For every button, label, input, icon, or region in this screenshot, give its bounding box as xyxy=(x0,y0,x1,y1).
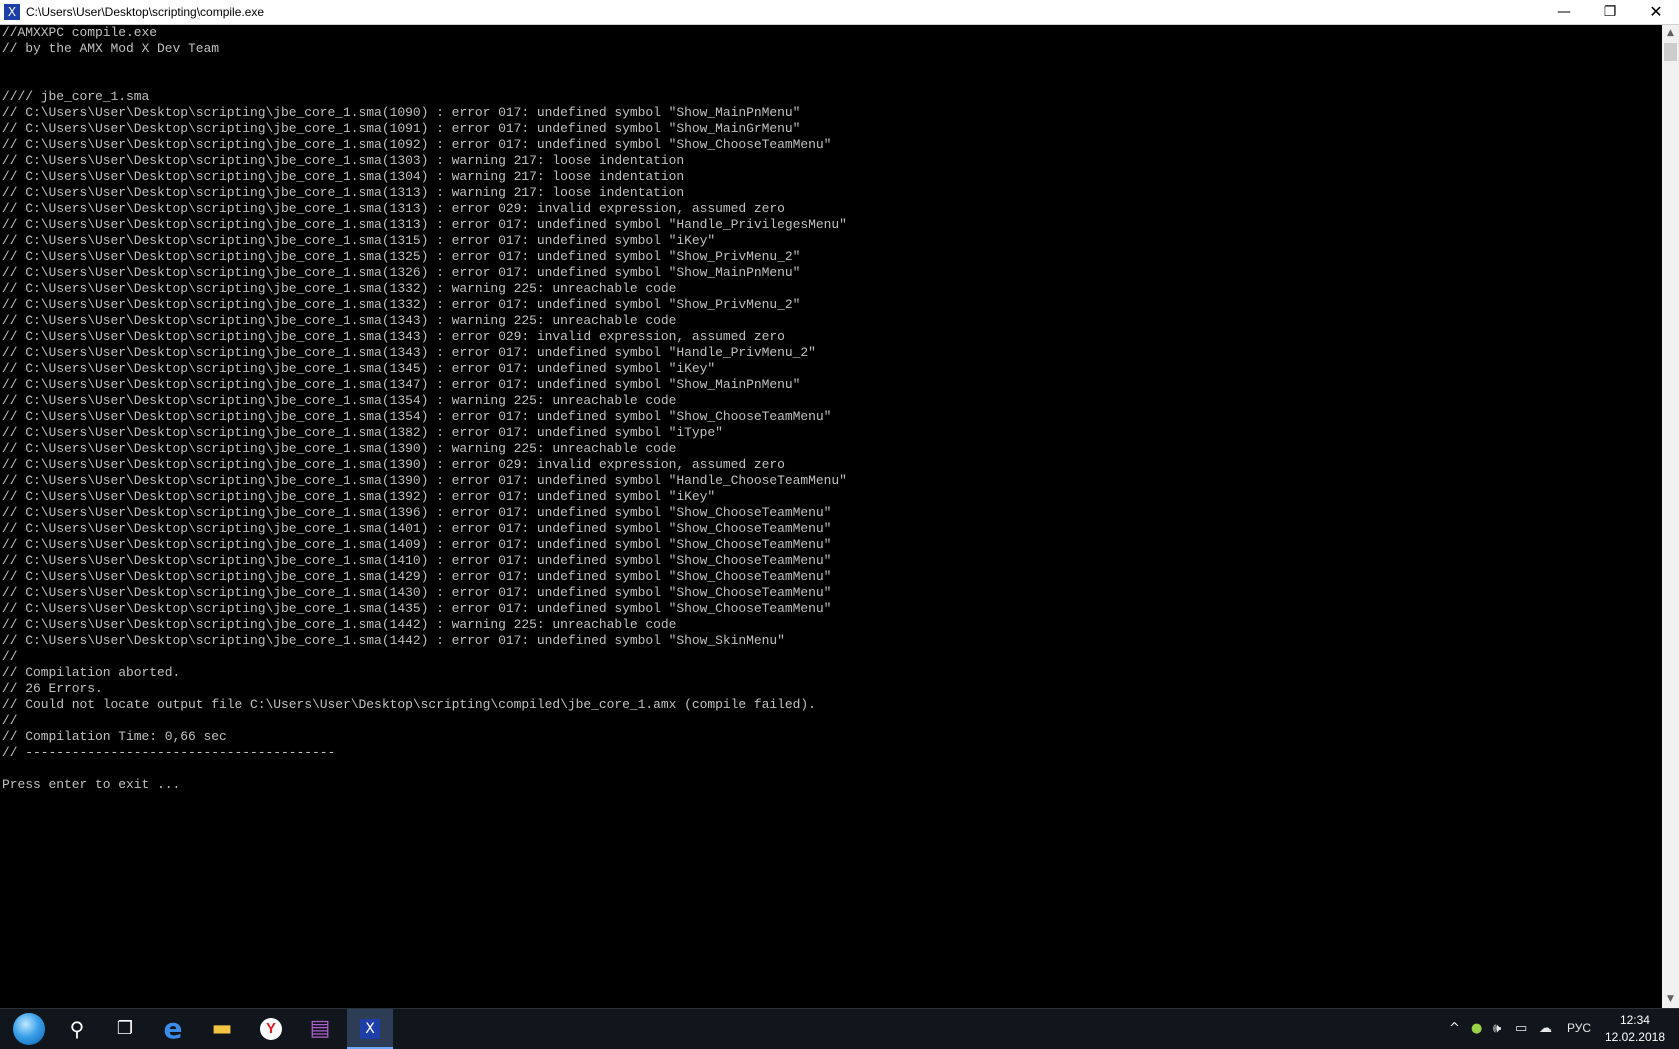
console-line: // xyxy=(2,713,18,728)
taskbar: ⚲ ❐ e ▬ Y ▤ X ^ ● 🕪 ▭ ☁ РУС 12:34 12.02.… xyxy=(0,1008,1679,1049)
scroll-down-arrow-icon[interactable]: ▼ xyxy=(1662,991,1679,1008)
console-line: // C:\Users\User\Desktop\scripting\jbe_c… xyxy=(2,425,723,440)
console-line: // C:\Users\User\Desktop\scripting\jbe_c… xyxy=(2,121,801,136)
compile-app-icon: X xyxy=(360,1018,380,1039)
console-line: // 26 Errors. xyxy=(2,681,103,696)
console-line: // C:\Users\User\Desktop\scripting\jbe_c… xyxy=(2,457,785,472)
console-line: // C:\Users\User\Desktop\scripting\jbe_c… xyxy=(2,105,801,120)
console-line: Press enter to exit ... xyxy=(2,777,181,792)
console-line: // C:\Users\User\Desktop\scripting\jbe_c… xyxy=(2,137,832,152)
search-icon[interactable]: ⚲ xyxy=(54,1009,100,1049)
window-title-bar[interactable]: X C:\Users\User\Desktop\scripting\compil… xyxy=(0,0,1679,25)
console-line: // C:\Users\User\Desktop\scripting\jbe_c… xyxy=(2,345,816,360)
console-line: // C:\Users\User\Desktop\scripting\jbe_c… xyxy=(2,393,677,408)
network-status-icon[interactable]: ● xyxy=(1471,1021,1482,1036)
close-button[interactable]: ✕ xyxy=(1633,0,1679,24)
console-line: // C:\Users\User\Desktop\scripting\jbe_c… xyxy=(2,617,677,632)
console-line: // C:\Users\User\Desktop\scripting\jbe_c… xyxy=(2,441,677,456)
yandex-browser-icon[interactable]: Y xyxy=(248,1009,294,1049)
console-line: // C:\Users\User\Desktop\scripting\jbe_c… xyxy=(2,169,685,184)
console-line: // -------------------------------------… xyxy=(2,745,336,760)
console-line: // C:\Users\User\Desktop\scripting\jbe_c… xyxy=(2,473,847,488)
console-line: // C:\Users\User\Desktop\scripting\jbe_c… xyxy=(2,505,832,520)
console-line: // C:\Users\User\Desktop\scripting\jbe_c… xyxy=(2,297,801,312)
console-line: //AMXXPC compile.exe xyxy=(2,25,158,40)
system-tray: ^ ● 🕪 ▭ ☁ РУС 12:34 12.02.2018 xyxy=(1449,1009,1679,1049)
console-line: // Could not locate output file C:\Users… xyxy=(2,697,816,712)
yandex-glyph: Y xyxy=(260,1017,282,1040)
edge-browser-icon[interactable]: e xyxy=(150,1009,196,1049)
volume-icon[interactable]: 🕪 xyxy=(1493,1021,1501,1036)
show-hidden-icons-chevron-icon[interactable]: ^ xyxy=(1449,1021,1460,1036)
window-title: C:\Users\User\Desktop\scripting\compile.… xyxy=(26,5,265,19)
console-line: // C:\Users\User\Desktop\scripting\jbe_c… xyxy=(2,329,785,344)
console-line: // Compilation Time: 0,66 sec xyxy=(2,729,227,744)
console-line: // C:\Users\User\Desktop\scripting\jbe_c… xyxy=(2,633,785,648)
scroll-up-arrow-icon[interactable]: ▲ xyxy=(1662,25,1679,42)
console-line: //// jbe_core_1.sma xyxy=(2,89,150,104)
console-line: // C:\Users\User\Desktop\scripting\jbe_c… xyxy=(2,361,716,376)
console-line: // C:\Users\User\Desktop\scripting\jbe_c… xyxy=(2,153,685,168)
console-line: // C:\Users\User\Desktop\scripting\jbe_c… xyxy=(2,585,832,600)
compile-exe-taskbar-button[interactable]: X xyxy=(347,1009,393,1049)
console-line: // C:\Users\User\Desktop\scripting\jbe_c… xyxy=(2,569,832,584)
network-icon[interactable]: ▭ xyxy=(1515,1021,1527,1036)
start-button[interactable] xyxy=(4,1009,52,1049)
console-line: // C:\Users\User\Desktop\scripting\jbe_c… xyxy=(2,265,801,280)
console-line: // C:\Users\User\Desktop\scripting\jbe_c… xyxy=(2,313,677,328)
console-line: // C:\Users\User\Desktop\scripting\jbe_c… xyxy=(2,553,832,568)
console-line: // by the AMX Mod X Dev Team xyxy=(2,41,220,56)
winrar-icon[interactable]: ▤ xyxy=(297,1009,343,1049)
input-language-indicator[interactable]: РУС xyxy=(1567,1021,1591,1035)
console-line: // C:\Users\User\Desktop\scripting\jbe_c… xyxy=(2,185,685,200)
vertical-scrollbar[interactable]: ▲ ▼ xyxy=(1662,25,1679,1008)
clock-time: 12:34 xyxy=(1619,1013,1650,1027)
console-output[interactable]: //AMXXPC compile.exe// by the AMX Mod X … xyxy=(2,25,1660,1008)
console-line: // C:\Users\User\Desktop\scripting\jbe_c… xyxy=(2,601,832,616)
console-line: // xyxy=(2,649,18,664)
file-explorer-icon[interactable]: ▬ xyxy=(199,1009,245,1049)
console-line: // C:\Users\User\Desktop\scripting\jbe_c… xyxy=(2,489,716,504)
console-text: //AMXXPC compile.exe// by the AMX Mod X … xyxy=(2,25,1660,793)
app-icon[interactable]: X xyxy=(4,4,20,20)
console-line: // C:\Users\User\Desktop\scripting\jbe_c… xyxy=(2,281,677,296)
scroll-thumb[interactable] xyxy=(1664,43,1677,61)
clock-date: 12.02.2018 xyxy=(1604,1030,1665,1044)
console-line: // C:\Users\User\Desktop\scripting\jbe_c… xyxy=(2,233,716,248)
task-view-icon[interactable]: ❐ xyxy=(102,1009,148,1049)
console-line: // C:\Users\User\Desktop\scripting\jbe_c… xyxy=(2,377,801,392)
restore-button[interactable]: ❐ xyxy=(1587,0,1633,24)
console-line: // C:\Users\User\Desktop\scripting\jbe_c… xyxy=(2,409,832,424)
console-line: // Compilation aborted. xyxy=(2,665,181,680)
console-line: // C:\Users\User\Desktop\scripting\jbe_c… xyxy=(2,217,847,232)
console-line: // C:\Users\User\Desktop\scripting\jbe_c… xyxy=(2,521,832,536)
cloud-icon[interactable]: ☁ xyxy=(1539,1021,1552,1036)
console-line: // C:\Users\User\Desktop\scripting\jbe_c… xyxy=(2,201,785,216)
minimize-button[interactable]: — xyxy=(1541,0,1587,24)
console-line: // C:\Users\User\Desktop\scripting\jbe_c… xyxy=(2,537,832,552)
taskbar-clock[interactable]: 12:34 12.02.2018 xyxy=(1605,1012,1665,1046)
console-line: // C:\Users\User\Desktop\scripting\jbe_c… xyxy=(2,249,801,264)
windows-orb-icon xyxy=(13,1013,45,1045)
